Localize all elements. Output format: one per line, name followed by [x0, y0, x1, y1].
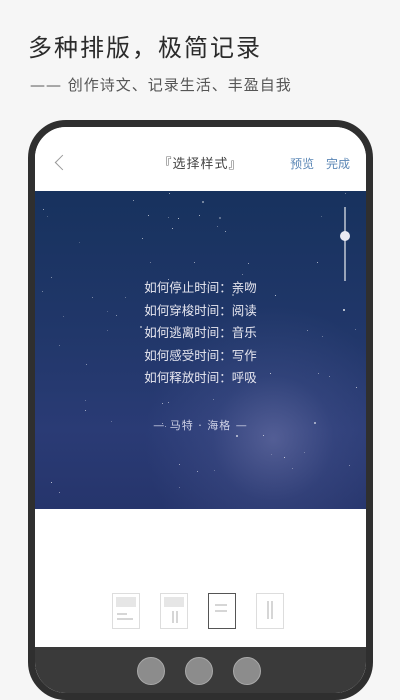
promo-subline: —— 创作诗文、记录生活、丰盈自我	[30, 76, 292, 94]
star	[148, 215, 149, 216]
poem-text: 如何停止时间：亲吻 如何穿梭时间：阅读 如何逃离时间：音乐 如何感受时间：写作 …	[35, 277, 366, 390]
star	[85, 400, 86, 401]
style-option-3[interactable]	[208, 593, 236, 629]
opacity-slider[interactable]	[340, 207, 350, 281]
style-thumb-line	[176, 611, 178, 623]
poem-line: 如何释放时间：呼吸	[144, 370, 257, 385]
star	[242, 274, 243, 275]
style-thumb-line	[267, 601, 269, 619]
preview-button[interactable]: 预览	[290, 157, 314, 171]
top-bar: 『选择样式』 预览 完成	[35, 127, 366, 191]
style-option-4[interactable]	[256, 593, 284, 629]
style-option-1[interactable]	[112, 593, 140, 629]
star	[194, 262, 195, 263]
star	[284, 457, 285, 458]
poem-line: 如何停止时间：亲吻	[144, 280, 257, 295]
star	[162, 403, 163, 404]
poem-line: 如何感受时间：写作	[144, 347, 257, 363]
star	[263, 435, 264, 436]
style-thumb-block	[116, 597, 136, 607]
poem-line: 如何穿梭时间：阅读	[144, 302, 257, 318]
star	[79, 242, 80, 243]
style-thumb-line	[117, 613, 127, 615]
star	[59, 492, 60, 493]
style-thumb-line	[271, 601, 273, 619]
star	[236, 435, 238, 437]
star	[321, 216, 322, 217]
style-picker	[35, 509, 366, 639]
style-option-2[interactable]	[160, 593, 188, 629]
star	[213, 399, 214, 400]
poem-author: — 马特 · 海格 —	[153, 419, 248, 432]
star	[172, 228, 173, 229]
star	[169, 193, 170, 194]
star	[199, 215, 200, 216]
star	[349, 465, 350, 466]
star	[133, 200, 134, 201]
star	[248, 263, 249, 264]
star	[304, 452, 305, 453]
star	[219, 217, 221, 219]
star	[168, 217, 169, 218]
slider-knob[interactable]	[340, 231, 350, 241]
phone-frame: 『选择样式』 预览 完成 如何停止时间：亲吻 如何穿梭时间：阅读 如何逃离时间：…	[28, 120, 373, 700]
star	[217, 226, 218, 227]
star	[150, 262, 151, 263]
promo-headline: 多种排版，极简记录	[28, 34, 262, 62]
star	[345, 193, 346, 194]
star	[225, 231, 226, 232]
star	[178, 218, 179, 219]
star	[179, 487, 180, 488]
star	[168, 402, 169, 403]
star	[271, 454, 272, 455]
topbar-actions: 预览 完成	[282, 155, 350, 172]
star	[214, 470, 215, 471]
poem-canvas[interactable]: 如何停止时间：亲吻 如何穿梭时间：阅读 如何逃离时间：音乐 如何感受时间：写作 …	[35, 191, 366, 509]
style-thumb-block	[164, 597, 184, 607]
star	[202, 201, 204, 203]
star	[85, 410, 86, 411]
poem-line: 如何逃离时间：音乐	[144, 325, 257, 340]
toolbar-button-3[interactable]	[233, 657, 261, 685]
style-thumb-line	[117, 618, 133, 620]
style-thumb-line	[172, 611, 174, 623]
style-thumb-line	[215, 604, 227, 606]
style-thumb-line	[215, 610, 227, 612]
star	[43, 209, 44, 210]
done-button[interactable]: 完成	[326, 157, 350, 171]
toolbar-button-1[interactable]	[137, 657, 165, 685]
star	[142, 238, 143, 239]
toolbar-button-2[interactable]	[185, 657, 213, 685]
star	[179, 464, 180, 465]
star	[47, 216, 48, 217]
star	[51, 482, 52, 483]
star	[197, 471, 198, 472]
star	[317, 262, 318, 263]
star	[292, 468, 293, 469]
